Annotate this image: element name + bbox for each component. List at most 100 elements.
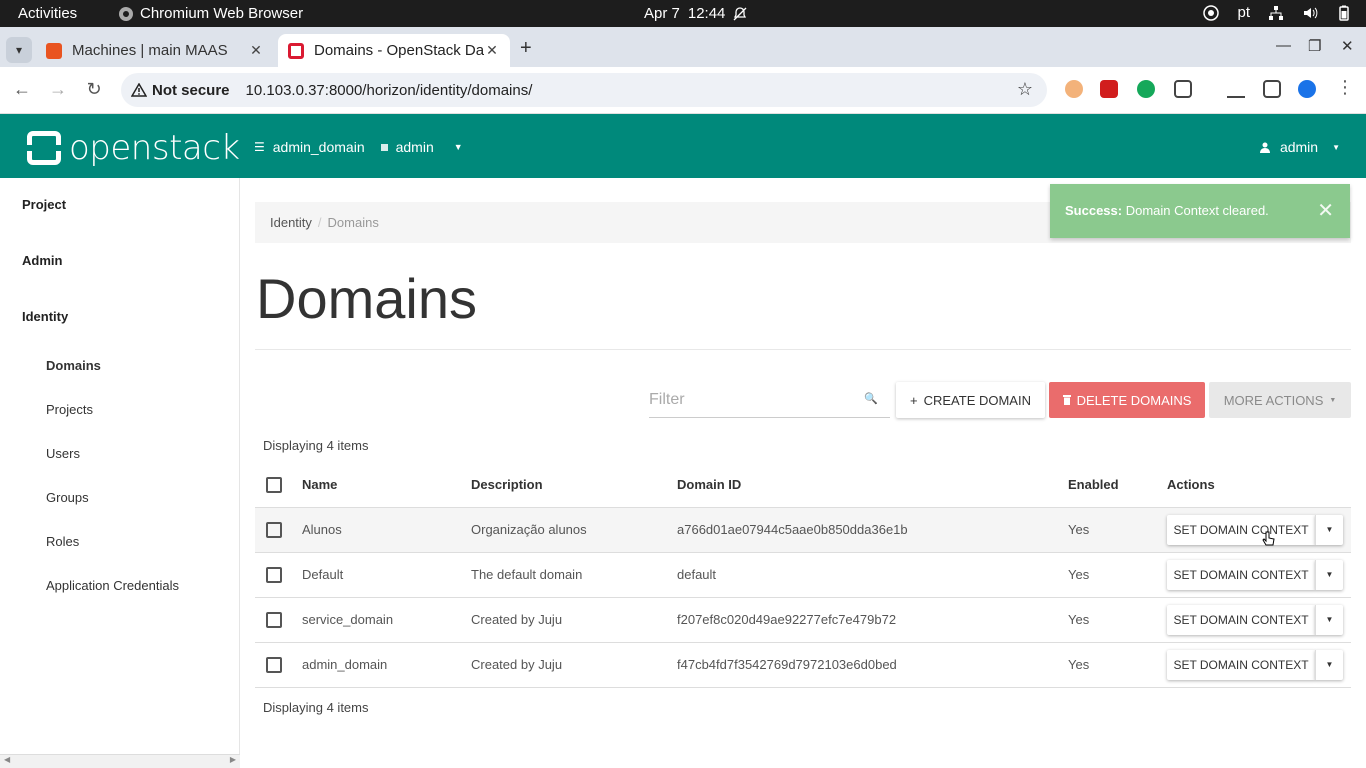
sidebar-section-identity[interactable]: Identity <box>22 309 68 324</box>
reload-button[interactable]: ↻ <box>82 79 106 100</box>
extension-icon-2[interactable] <box>1100 80 1118 98</box>
url-text[interactable]: 10.103.0.37:8000/horizon/identity/domain… <box>246 82 533 99</box>
column-header-enabled[interactable]: Enabled <box>1068 463 1167 508</box>
user-menu[interactable]: admin ▼ <box>1259 139 1340 155</box>
project-context: admin <box>395 139 434 155</box>
sidebar-horizontal-scrollbar[interactable]: ◀ ▶ <box>0 754 240 768</box>
row-actions-dropdown-icon[interactable]: ▼ <box>1315 604 1343 635</box>
cell-enabled: Yes <box>1068 507 1167 553</box>
volume-icon <box>1304 7 1318 18</box>
cell-description: Created by Juju <box>471 597 677 643</box>
column-header-domain-id[interactable]: Domain ID <box>677 463 1068 508</box>
set-domain-context-button[interactable]: SET DOMAIN CONTEXT <box>1167 559 1315 590</box>
toast-text: Domain Context cleared. <box>1125 203 1269 218</box>
bookmark-star-icon[interactable]: ☆ <box>1017 79 1033 100</box>
new-tab-button[interactable]: + <box>520 37 532 60</box>
sidebar-item-projects[interactable]: Projects <box>46 402 93 417</box>
address-bar[interactable]: Not secure 10.103.0.37:8000/horizon/iden… <box>121 73 1047 107</box>
accessibility-icon <box>1203 4 1220 21</box>
breadcrumb-separator: / <box>317 215 322 230</box>
row-checkbox[interactable] <box>266 656 282 673</box>
browser-menu-icon[interactable]: ⋮ <box>1333 77 1357 98</box>
labs-flask-icon[interactable] <box>1227 80 1245 98</box>
set-domain-context-button[interactable]: SET DOMAIN CONTEXT <box>1167 514 1315 545</box>
extension-icon-1[interactable] <box>1065 80 1083 98</box>
row-actions-dropdown-icon[interactable]: ▼ <box>1315 559 1343 590</box>
table-row: admin_domain Created by Juju f47cb4fd7f3… <box>255 642 1351 688</box>
cell-name: Alunos <box>302 507 471 553</box>
row-checkbox[interactable] <box>266 611 282 628</box>
cell-domain-id: f47cb4fd7f3542769d7972103e6d0bed <box>677 642 1068 688</box>
chevron-down-icon: ▼ <box>1329 396 1337 404</box>
delete-domains-button[interactable]: DELETE DOMAINS <box>1049 382 1205 418</box>
openstack-favicon-icon <box>288 42 304 59</box>
sidebar-item-application-credentials[interactable]: Application Credentials <box>46 578 179 593</box>
column-header-description[interactable]: Description <box>471 463 677 508</box>
title-divider <box>255 349 1351 350</box>
tab-search-button[interactable]: ▾ <box>6 37 32 63</box>
sidebar-section-project[interactable]: Project <box>22 197 66 212</box>
activities-button[interactable]: Activities <box>18 5 77 22</box>
back-button[interactable]: ← <box>10 79 34 100</box>
browser-tab-domains[interactable]: Domains - OpenStack Da ✕ <box>278 34 510 67</box>
username: admin <box>1279 139 1319 155</box>
row-select-cell <box>255 507 302 553</box>
table-row: Default The default domain default Yes S… <box>255 552 1351 598</box>
row-checkbox[interactable] <box>266 521 282 538</box>
create-domain-button[interactable]: + CREATE DOMAIN <box>896 382 1045 418</box>
delete-domains-label: DELETE DOMAINS <box>1076 392 1192 408</box>
app-menu[interactable]: Chromium Web Browser <box>118 5 303 22</box>
minimize-window-button[interactable]: — <box>1276 37 1291 54</box>
mouse-pointer-icon <box>1262 531 1275 546</box>
set-domain-context-button[interactable]: SET DOMAIN CONTEXT <box>1167 649 1315 680</box>
extensions-puzzle-icon[interactable] <box>1174 80 1192 98</box>
forward-button[interactable]: → <box>46 79 70 100</box>
sidebar-item-groups[interactable]: Groups <box>46 490 89 505</box>
close-tab-icon[interactable]: ✕ <box>248 42 264 59</box>
cell-description: Organização alunos <box>471 507 677 553</box>
clock[interactable]: Apr 7 12:44 <box>644 5 747 22</box>
profile-avatar-icon[interactable] <box>1298 80 1316 98</box>
row-checkbox[interactable] <box>266 566 282 583</box>
displaying-count-bottom: Displaying 4 items <box>263 700 369 715</box>
scroll-right-icon[interactable]: ▶ <box>230 755 236 764</box>
browser-tab-maas[interactable]: Machines | main MAAS ✕ <box>36 34 274 67</box>
warning-icon <box>131 83 147 97</box>
select-all-checkbox[interactable] <box>266 477 282 494</box>
row-select-cell <box>255 597 302 643</box>
close-tab-icon[interactable]: ✕ <box>484 42 500 59</box>
row-select-cell <box>255 552 302 598</box>
security-indicator[interactable]: Not secure <box>131 82 230 99</box>
displaying-count-top: Displaying 4 items <box>263 438 369 453</box>
set-domain-context-button[interactable]: SET DOMAIN CONTEXT <box>1167 604 1315 635</box>
close-toast-icon[interactable]: ✕ <box>1317 198 1334 223</box>
browser-toolbar: ← → ↻ Not secure 10.103.0.37:8000/horizo… <box>0 67 1366 114</box>
system-tray[interactable]: pt <box>1203 4 1352 21</box>
context-selector[interactable]: ☰ admin_domain admin ▼ <box>254 139 463 155</box>
trash-icon <box>1062 395 1071 405</box>
cell-actions: SET DOMAIN CONTEXT ▼ <box>1167 642 1351 688</box>
search-icon[interactable]: 🔍 <box>864 392 878 405</box>
sidebar-item-users[interactable]: Users <box>46 446 80 461</box>
restore-window-button[interactable]: ❐ <box>1308 37 1321 55</box>
scroll-left-icon[interactable]: ◀ <box>4 755 10 764</box>
cell-domain-id: a766d01ae07944c5aae0b850dda36e1b <box>677 507 1068 553</box>
keyboard-layout[interactable]: pt <box>1237 4 1250 21</box>
sidebar-item-domains[interactable]: Domains <box>46 358 101 373</box>
plus-icon: + <box>910 392 918 408</box>
grammarly-icon[interactable] <box>1137 80 1155 98</box>
breadcrumb-identity[interactable]: Identity <box>270 215 312 230</box>
sidebar-section-admin[interactable]: Admin <box>22 253 62 268</box>
filter-input[interactable]: Filter 🔍 <box>649 382 890 418</box>
column-header-name[interactable]: Name <box>302 463 471 508</box>
side-panel-icon[interactable] <box>1263 80 1281 98</box>
sidebar-item-roles[interactable]: Roles <box>46 534 79 549</box>
cell-actions: SET DOMAIN CONTEXT ▼ <box>1167 507 1351 553</box>
openstack-logo[interactable]: openstack <box>27 128 240 168</box>
domain-icon: ☰ <box>254 140 265 154</box>
row-actions-dropdown-icon[interactable]: ▼ <box>1315 514 1343 545</box>
close-window-button[interactable]: ✕ <box>1341 37 1354 55</box>
chevron-down-icon: ▼ <box>453 142 463 152</box>
more-actions-button[interactable]: MORE ACTIONS ▼ <box>1209 382 1351 418</box>
row-actions-dropdown-icon[interactable]: ▼ <box>1315 649 1343 680</box>
